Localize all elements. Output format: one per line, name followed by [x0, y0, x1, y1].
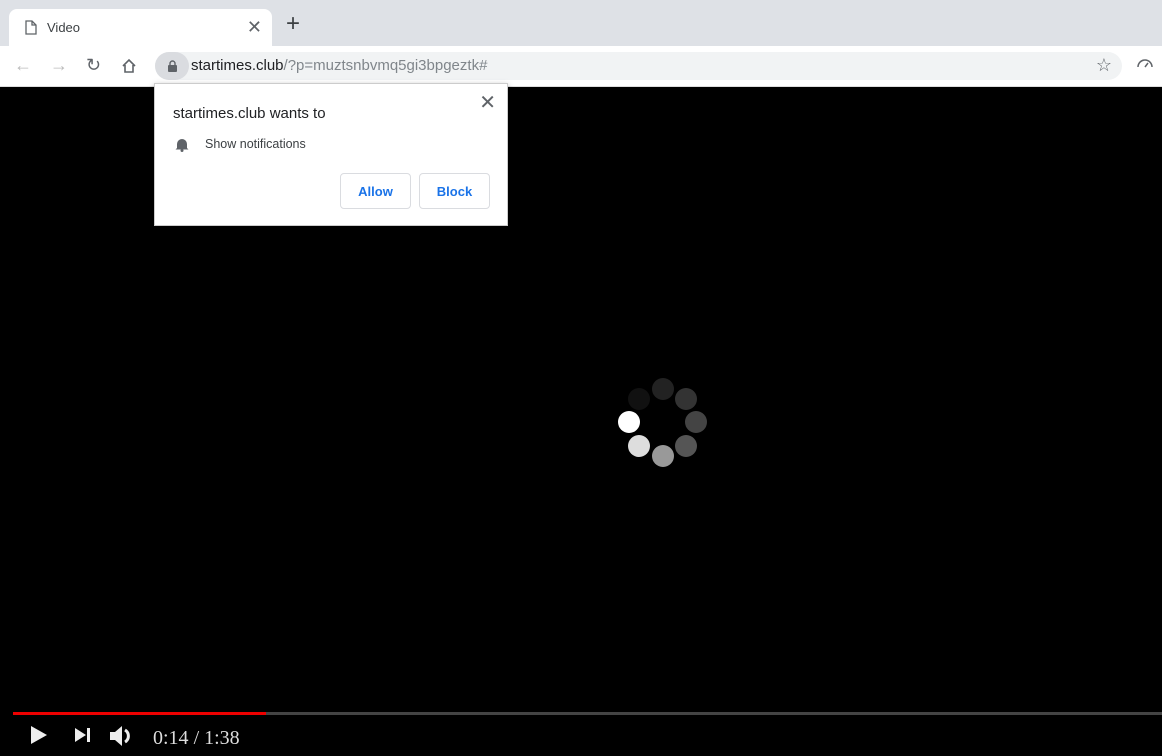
forward-icon[interactable]: →	[50, 55, 68, 76]
popup-title: startimes.club wants to	[173, 105, 326, 122]
spinner-dot	[675, 435, 697, 457]
volume-icon[interactable]	[110, 725, 134, 747]
tab-title: Video	[47, 20, 81, 35]
toolbar: ← → ↻ startimes.club/?p=muztsnbvmq5gi3bp…	[0, 46, 1162, 87]
play-icon[interactable]	[30, 724, 48, 746]
spinner-dot	[628, 435, 650, 457]
page-icon	[25, 20, 37, 35]
loading-spinner	[618, 378, 707, 467]
current-time: 0:14	[153, 727, 189, 749]
reload-icon[interactable]: ↻	[86, 55, 101, 76]
spinner-dot	[618, 411, 640, 433]
block-button[interactable]: Block	[419, 173, 490, 209]
duration: 1:38	[204, 727, 240, 749]
allow-button[interactable]: Allow	[340, 173, 411, 209]
close-tab-icon[interactable]: ✕	[247, 17, 262, 38]
back-icon[interactable]: ←	[14, 55, 32, 76]
next-icon[interactable]	[75, 728, 91, 742]
spinner-dot	[628, 388, 650, 410]
address-bar[interactable]: startimes.club/?p=muztsnbvmq5gi3bpgeztk#…	[155, 52, 1122, 80]
spinner-dot	[652, 445, 674, 467]
bookmark-star-icon[interactable]: ☆	[1096, 55, 1112, 76]
performance-icon[interactable]	[1136, 56, 1154, 70]
tab-strip: Video ✕ +	[0, 0, 1162, 46]
home-icon[interactable]	[121, 58, 137, 74]
progress-bar[interactable]	[13, 712, 1162, 715]
permission-label: Show notifications	[205, 137, 306, 151]
site-info-button[interactable]	[155, 52, 189, 80]
spinner-dot	[685, 411, 707, 433]
close-popup-icon[interactable]: ✕	[479, 90, 496, 115]
time-display: 0:14 / 1:38	[153, 727, 240, 750]
progress-fill	[13, 712, 266, 715]
new-tab-button[interactable]: +	[286, 12, 300, 36]
url-text: startimes.club/?p=muztsnbvmq5gi3bpgeztk#	[191, 57, 487, 74]
lock-icon	[168, 60, 177, 72]
spinner-dot	[652, 378, 674, 400]
url-host: startimes.club	[191, 57, 284, 74]
time-separator: /	[188, 727, 205, 749]
spinner-dot	[675, 388, 697, 410]
bell-icon	[175, 139, 189, 152]
notification-permission-popup: startimes.club wants to ✕ Show notificat…	[154, 83, 508, 226]
url-path: /?p=muztsnbvmq5gi3bpgeztk#	[283, 57, 488, 74]
tab-video[interactable]: Video ✕	[9, 9, 272, 46]
